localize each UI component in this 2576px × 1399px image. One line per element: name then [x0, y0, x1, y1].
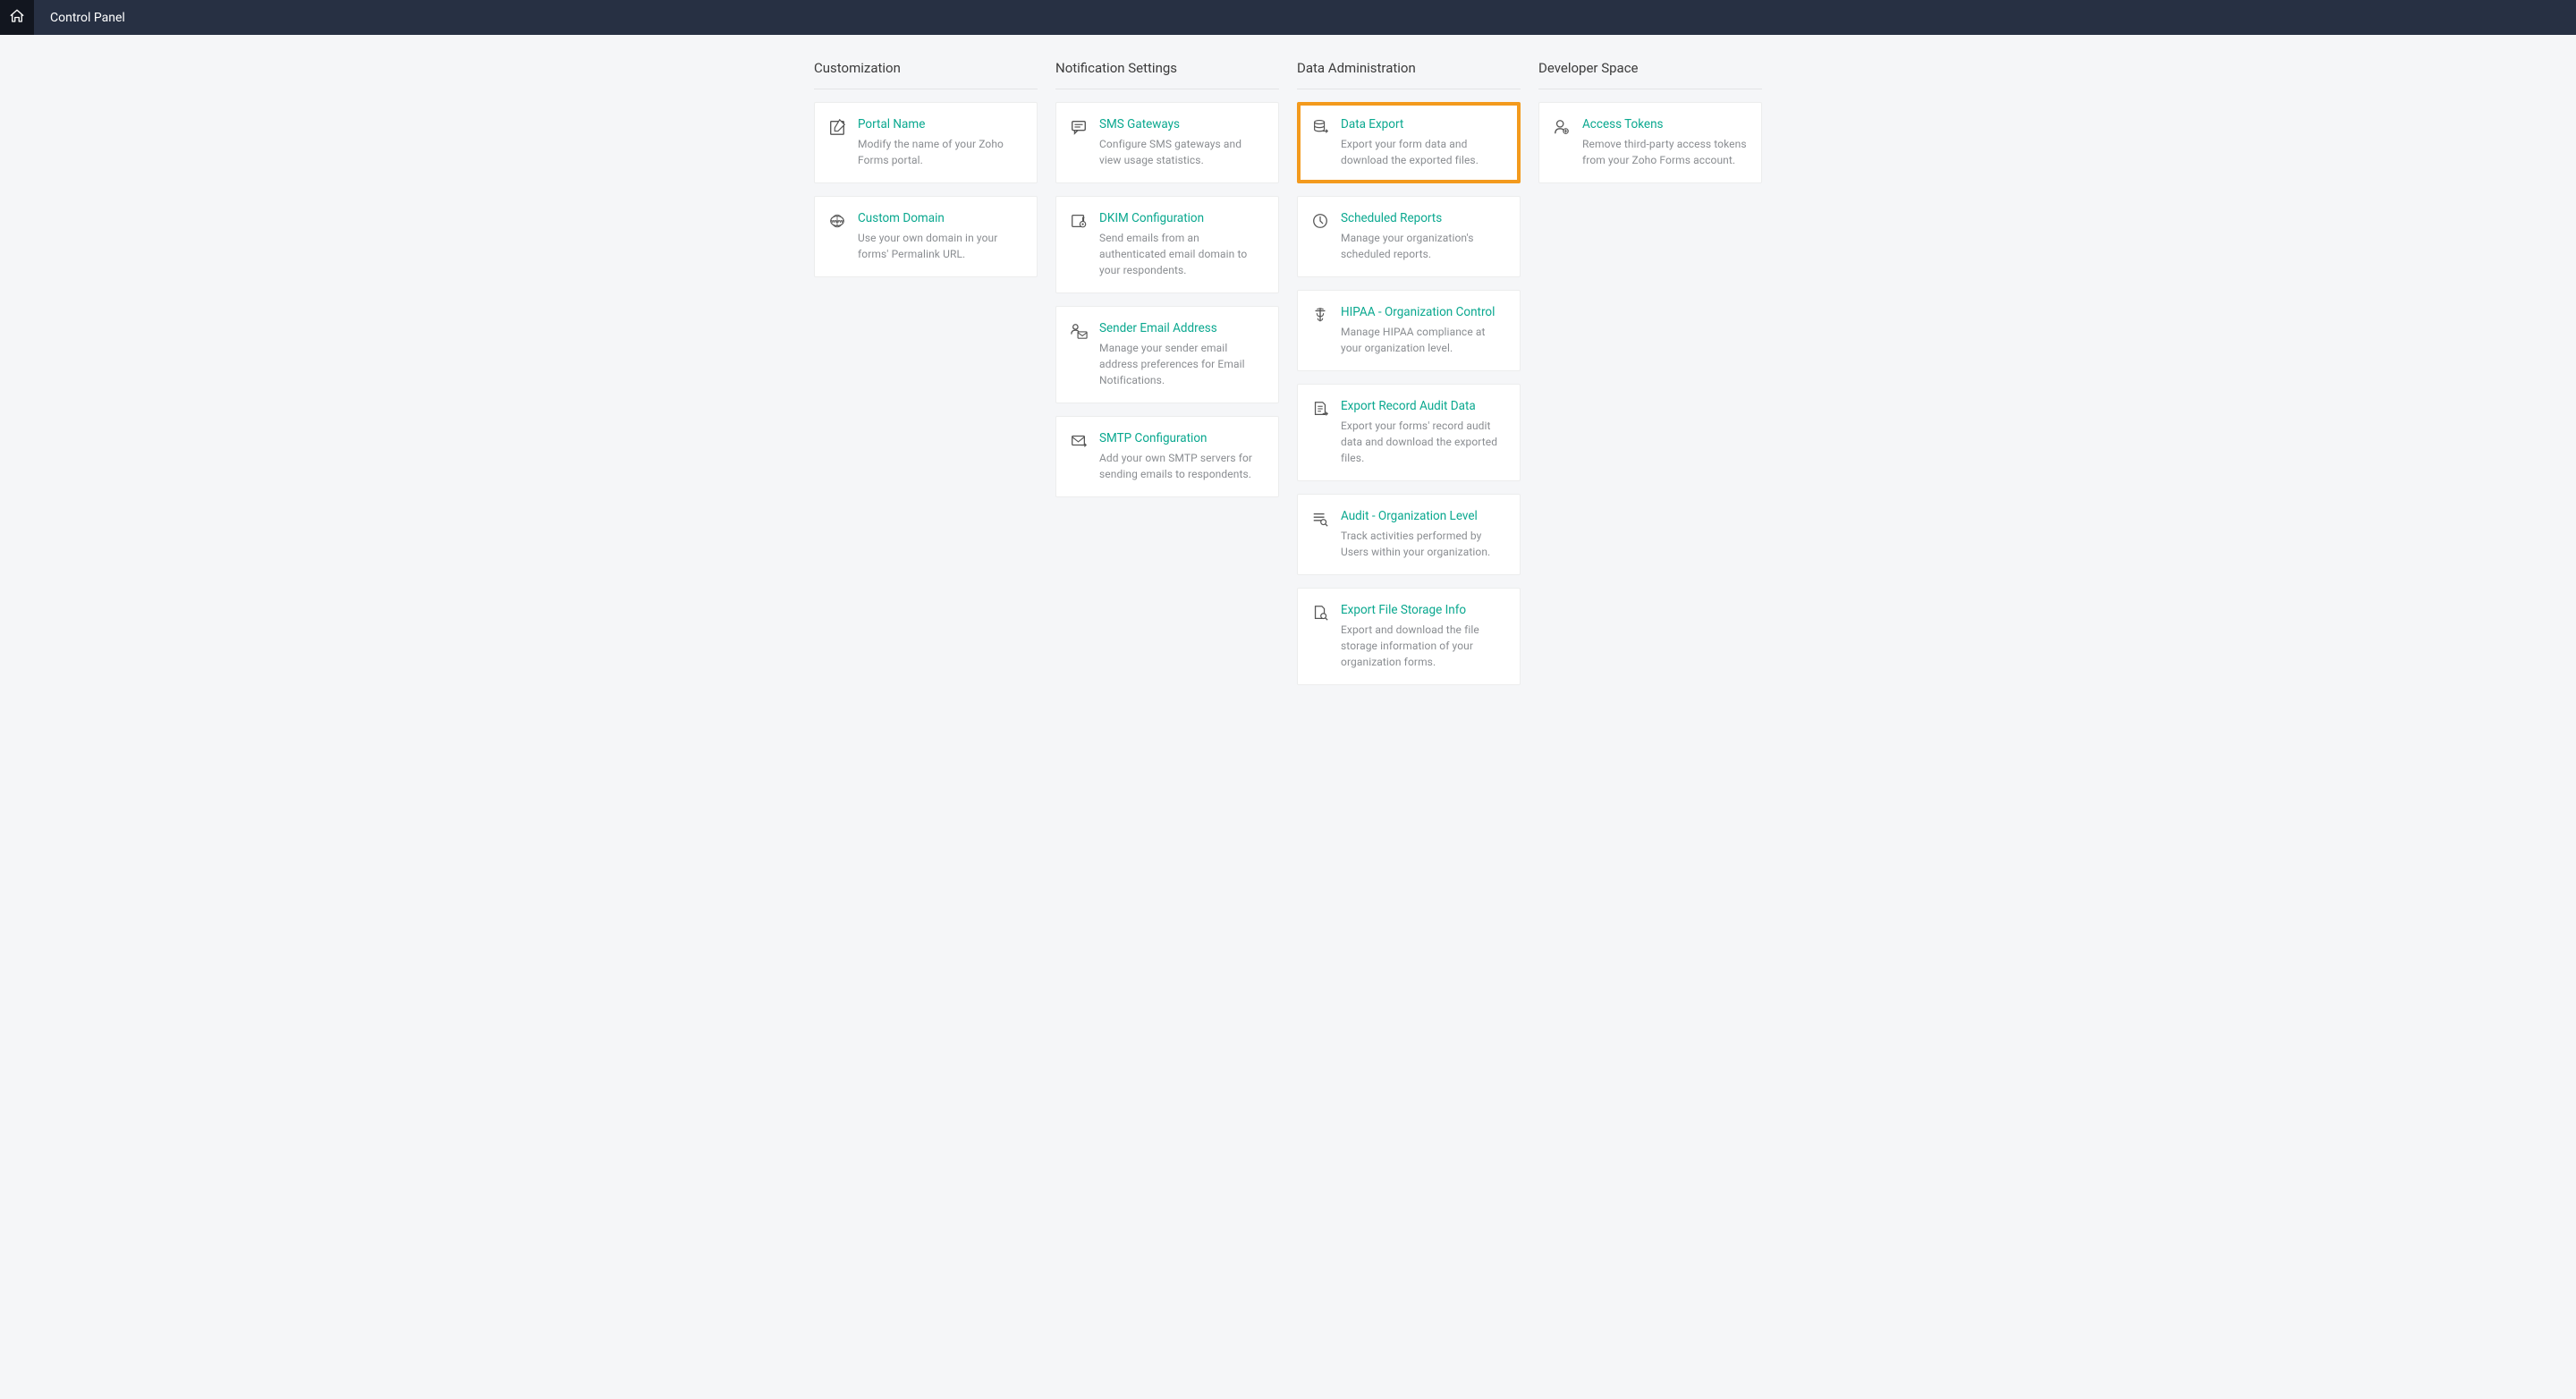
card-body: SMS Gateways Configure SMS gateways and v… [1099, 117, 1266, 168]
card-sender-email-address[interactable]: Sender Email Address Manage your sender e… [1055, 306, 1279, 403]
card-title: Export File Storage Info [1341, 603, 1507, 617]
card-title: HIPAA - Organization Control [1341, 305, 1507, 319]
card-body: Scheduled Reports Manage your organizatio… [1341, 211, 1507, 262]
card-title: Custom Domain [858, 211, 1024, 225]
clock-icon [1310, 211, 1330, 262]
card-title: DKIM Configuration [1099, 211, 1266, 225]
card-title: Portal Name [858, 117, 1024, 131]
card-smtp-configuration[interactable]: SMTP Configuration Add your own SMTP serv… [1055, 416, 1279, 497]
card-dkim-configuration[interactable]: DKIM Configuration Send emails from an au… [1055, 196, 1279, 293]
column-heading: Customization [814, 60, 1038, 89]
card-body: Data Export Export your form data and dow… [1341, 117, 1507, 168]
card-scheduled-reports[interactable]: Scheduled Reports Manage your organizatio… [1297, 196, 1521, 277]
card-portal-name[interactable]: Portal Name Modify the name of your Zoho … [814, 102, 1038, 183]
card-body: Export File Storage Info Export and downl… [1341, 603, 1507, 670]
column-heading: Notification Settings [1055, 60, 1279, 89]
page-title: Control Panel [34, 0, 125, 35]
globe-www-icon [827, 211, 847, 262]
columns: Customization Portal Name Modify the name … [814, 60, 1762, 698]
column-0: Customization Portal Name Modify the name … [814, 60, 1038, 698]
card-desc: Remove third-party access tokens from yo… [1582, 136, 1749, 168]
database-export-icon [1310, 117, 1330, 168]
card-export-record-audit-data[interactable]: Export Record Audit Data Export your form… [1297, 384, 1521, 481]
column-2: Data Administration Data Export Export you… [1297, 60, 1521, 698]
card-desc: Export and download the file storage inf… [1341, 622, 1507, 670]
column-heading: Developer Space [1538, 60, 1762, 89]
column-3: Developer Space Access Tokens Remove third… [1538, 60, 1762, 698]
card-body: Audit - Organization Level Track activiti… [1341, 509, 1507, 560]
user-token-icon [1552, 117, 1572, 168]
card-desc: Send emails from an authenticated email … [1099, 230, 1266, 278]
card-body: HIPAA - Organization Control Manage HIPAA… [1341, 305, 1507, 356]
mail-arrow-icon [1069, 431, 1089, 482]
card-hipaa-organization-control[interactable]: HIPAA - Organization Control Manage HIPAA… [1297, 290, 1521, 371]
card-desc: Manage HIPAA compliance at your organiza… [1341, 324, 1507, 356]
chat-bubble-icon [1069, 117, 1089, 168]
card-title: Audit - Organization Level [1341, 509, 1507, 523]
card-sms-gateways[interactable]: SMS Gateways Configure SMS gateways and v… [1055, 102, 1279, 183]
card-body: DKIM Configuration Send emails from an au… [1099, 211, 1266, 278]
card-desc: Use your own domain in your forms' Perma… [858, 230, 1024, 262]
column-heading: Data Administration [1297, 60, 1521, 89]
card-body: Export Record Audit Data Export your form… [1341, 399, 1507, 466]
card-custom-domain[interactable]: Custom Domain Use your own domain in your… [814, 196, 1038, 277]
card-access-tokens[interactable]: Access Tokens Remove third-party access t… [1538, 102, 1762, 183]
content: Customization Portal Name Modify the name … [0, 35, 2576, 733]
card-desc: Export your forms' record audit data and… [1341, 418, 1507, 466]
home-icon [9, 8, 25, 28]
card-desc: Modify the name of your Zoho Forms porta… [858, 136, 1024, 168]
card-desc: Export your form data and download the e… [1341, 136, 1507, 168]
card-export-file-storage-info[interactable]: Export File Storage Info Export and downl… [1297, 588, 1521, 685]
card-title: Scheduled Reports [1341, 211, 1507, 225]
card-desc: Manage your organization's scheduled rep… [1341, 230, 1507, 262]
card-title: SMS Gateways [1099, 117, 1266, 131]
card-body: Custom Domain Use your own domain in your… [858, 211, 1024, 262]
card-title: Access Tokens [1582, 117, 1749, 131]
card-title: SMTP Configuration [1099, 431, 1266, 445]
home-button[interactable] [0, 0, 34, 35]
card-audit-organization-level[interactable]: Audit - Organization Level Track activiti… [1297, 494, 1521, 575]
card-title: Data Export [1341, 117, 1507, 131]
user-mail-icon [1069, 321, 1089, 388]
medical-icon [1310, 305, 1330, 356]
card-desc: Configure SMS gateways and view usage st… [1099, 136, 1266, 168]
key-icon [1069, 211, 1089, 278]
topbar: Control Panel [0, 0, 2576, 35]
card-title: Export Record Audit Data [1341, 399, 1507, 413]
column-1: Notification Settings SMS Gateways Configu… [1055, 60, 1279, 698]
card-desc: Add your own SMTP servers for sending em… [1099, 450, 1266, 482]
edit-square-icon [827, 117, 847, 168]
list-search-icon [1310, 509, 1330, 560]
file-search-icon [1310, 603, 1330, 670]
card-body: Access Tokens Remove third-party access t… [1582, 117, 1749, 168]
card-desc: Track activities performed by Users with… [1341, 528, 1507, 560]
card-body: Sender Email Address Manage your sender e… [1099, 321, 1266, 388]
card-title: Sender Email Address [1099, 321, 1266, 335]
card-data-export[interactable]: Data Export Export your form data and dow… [1297, 102, 1521, 183]
document-export-icon [1310, 399, 1330, 466]
card-body: Portal Name Modify the name of your Zoho … [858, 117, 1024, 168]
card-desc: Manage your sender email address prefere… [1099, 340, 1266, 388]
card-body: SMTP Configuration Add your own SMTP serv… [1099, 431, 1266, 482]
